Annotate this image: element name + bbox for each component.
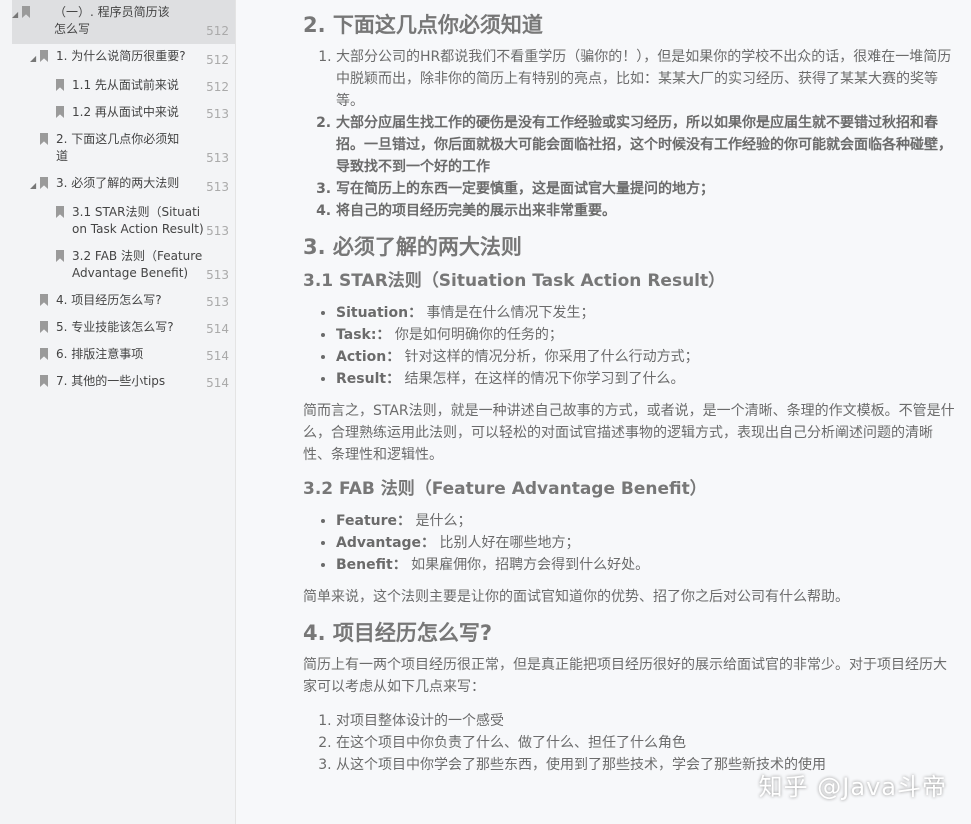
toc-page: 513	[206, 295, 229, 309]
toc-label: （一）. 程序员简历该怎么写	[54, 5, 170, 36]
toc-item[interactable]: ◢ 3. 必须了解的两大法则 513	[0, 171, 235, 200]
heading-fab: 3.2 FAB 法则（Feature Advantage Benefit）	[303, 479, 707, 499]
list-item: 在这个项目中你负责了什么、做了什么、担任了什么角色	[336, 732, 958, 754]
bookmark-icon	[40, 50, 48, 62]
toc-item[interactable]: 3.1 STAR法则（Situation Task Action Result)…	[0, 200, 235, 244]
bookmark-icon	[40, 177, 48, 189]
toc-item[interactable]: 1.1 先从面试前来说 512	[0, 73, 235, 100]
expand-triangle-icon[interactable]: ◢	[30, 48, 40, 67]
bookmark-icon	[40, 321, 48, 333]
list-item: Benefit： 如果雇佣你，招聘方会得到什么好处。	[336, 554, 958, 576]
document-content: 2. 下面这几点你必须知道 大部分公司的HR都说我们不看重学历（骗你的！），但是…	[303, 0, 958, 786]
expand-triangle-icon[interactable]: ◢	[12, 4, 22, 23]
bookmark-icon	[40, 133, 48, 145]
toc-page: 512	[206, 53, 229, 67]
toc-page: 513	[206, 151, 229, 165]
toc-label: 3. 必须了解的两大法则	[56, 176, 180, 190]
toc-item[interactable]: 5. 专业技能该怎么写? 514	[0, 315, 235, 342]
project-paragraph: 简历上有一两个项目经历很正常，但是真正能把项目经历很好的展示给面试官的非常少。对…	[303, 657, 947, 695]
bookmark-icon	[56, 79, 64, 91]
list-item: 对项目整体设计的一个感受	[336, 710, 958, 732]
bookmark-sidebar: ◢ （一）. 程序员简历该怎么写 512 ◢ 1. 为什么说简历很重要? 512 1.1 先…	[0, 0, 236, 824]
bookmark-icon	[40, 375, 48, 387]
fab-paragraph: 简单来说，这个法则主要是让你的面试官知道你的优势、招了你之后对公司有什么帮助。	[303, 589, 849, 605]
toc-item[interactable]: 6. 排版注意事项 514	[0, 342, 235, 369]
heading-rules: 3. 必须了解的两大法则	[303, 235, 522, 259]
toc-label: 5. 专业技能该怎么写?	[56, 320, 174, 334]
list-item: Feature： 是什么；	[336, 510, 958, 532]
toc-item[interactable]: ◢ （一）. 程序员简历该怎么写 512	[0, 0, 235, 44]
watermark: 知乎 @Java斗帝	[758, 773, 947, 801]
toc-label: 1.2 再从面试中来说	[72, 105, 179, 119]
bookmark-icon	[40, 294, 48, 306]
toc-item[interactable]: ◢ 1. 为什么说简历很重要? 512	[0, 44, 235, 73]
toc-page: 514	[206, 322, 229, 336]
toc-item[interactable]: 4. 项目经历怎么写? 513	[0, 288, 235, 315]
toc-label: 1.1 先从面试前来说	[72, 78, 179, 92]
toc-label: 7. 其他的一些小tips	[56, 374, 166, 388]
list-item: Advantage： 比别人好在哪些地方；	[336, 532, 958, 554]
bookmark-icon	[40, 348, 48, 360]
list-item: 大部分公司的HR都说我们不看重学历（骗你的！），但是如果你的学校不出众的话，很难…	[336, 46, 958, 112]
list-item: Action： 针对这样的情况分析，你采用了什么行动方式；	[336, 346, 958, 368]
toc-item[interactable]: 3.2 FAB 法则（Feature Advantage Benefit) 513	[0, 244, 235, 288]
list-item: Situation： 事情是在什么情况下发生；	[336, 302, 958, 324]
toc-item[interactable]: 1.2 再从面试中来说 513	[0, 100, 235, 127]
list-item: 将自己的项目经历完美的展示出来非常重要。	[336, 200, 958, 222]
toc-page: 513	[206, 180, 229, 194]
star-list: Situation： 事情是在什么情况下发生； Task:： 你是如何明确你的任…	[303, 302, 958, 390]
toc-list: ◢ （一）. 程序员简历该怎么写 512 ◢ 1. 为什么说简历很重要? 512 1.1 先…	[0, 0, 235, 396]
toc-label: 1. 为什么说简历很重要?	[56, 49, 186, 63]
bookmark-icon	[22, 6, 30, 18]
expand-triangle-icon[interactable]: ◢	[30, 175, 40, 194]
heading-star: 3.1 STAR法则（Situation Task Action Result）	[303, 271, 726, 291]
toc-item[interactable]: 7. 其他的一些小tips 514	[0, 369, 235, 396]
toc-page: 513	[206, 107, 229, 121]
toc-label: 3.1 STAR法则（Situation Task Action Result)	[72, 205, 204, 236]
list-item: 大部分应届生找工作的硬伤是没有工作经验或实习经历，所以如果你是应届生就不要错过秋…	[336, 112, 958, 178]
toc-page: 513	[206, 224, 229, 238]
fab-list: Feature： 是什么； Advantage： 比别人好在哪些地方； Bene…	[303, 510, 958, 576]
bookmark-icon	[56, 206, 64, 218]
toc-label: 2. 下面这几点你必须知道	[56, 132, 180, 163]
toc-page: 514	[206, 376, 229, 390]
heading-know: 2. 下面这几点你必须知道	[303, 13, 543, 37]
toc-page: 512	[206, 80, 229, 94]
star-paragraph: 简而言之，STAR法则，就是一种讲述自己故事的方式，或者说，是一个清晰、条理的作…	[303, 403, 955, 463]
list-item: Task:： 你是如何明确你的任务的；	[336, 324, 958, 346]
toc-page: 513	[206, 268, 229, 282]
toc-page: 514	[206, 349, 229, 363]
toc-label: 3.2 FAB 法则（Feature Advantage Benefit)	[72, 249, 203, 280]
list-item: 写在简历上的东西一定要慎重，这是面试官大量提问的地方；	[336, 178, 958, 200]
toc-page: 512	[206, 24, 229, 38]
toc-label: 6. 排版注意事项	[56, 347, 144, 361]
bookmark-icon	[56, 250, 64, 262]
know-list: 大部分公司的HR都说我们不看重学历（骗你的！），但是如果你的学校不出众的话，很难…	[303, 46, 958, 222]
heading-project: 4. 项目经历怎么写?	[303, 621, 493, 645]
list-item: Result： 结果怎样，在这样的情况下你学习到了什么。	[336, 368, 958, 390]
toc-item[interactable]: 2. 下面这几点你必须知道 513	[0, 127, 235, 171]
toc-label: 4. 项目经历怎么写?	[56, 293, 162, 307]
bookmark-icon	[56, 106, 64, 118]
